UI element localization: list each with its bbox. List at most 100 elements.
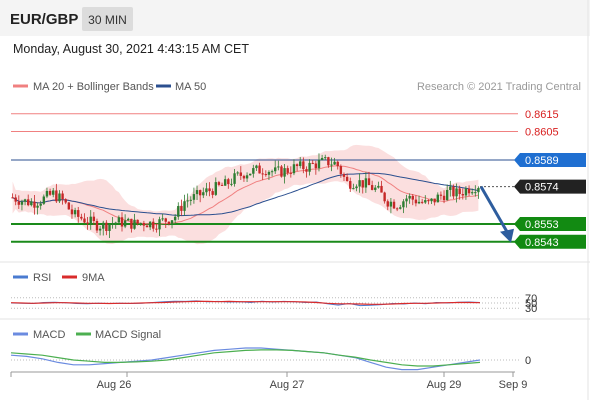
- candle-body: [324, 157, 327, 159]
- candle-body: [417, 201, 421, 204]
- candle-body: [339, 166, 343, 175]
- candle-body: [267, 171, 271, 175]
- candle-body: [255, 165, 258, 169]
- candle-body: [208, 188, 211, 192]
- candle-body: [261, 173, 264, 175]
- candle-body: [102, 222, 105, 229]
- candle-body: [349, 181, 352, 189]
- candle-body: [270, 171, 274, 173]
- candle-body: [248, 173, 252, 176]
- candle-body: [424, 200, 427, 203]
- candle-body: [330, 164, 333, 166]
- candle-body: [120, 217, 124, 227]
- candle-body: [145, 225, 149, 228]
- candle-body: [286, 168, 289, 173]
- candle-body: [86, 222, 89, 224]
- candle-body: [411, 195, 414, 200]
- candle-body: [45, 190, 49, 197]
- candle-body: [383, 192, 386, 202]
- ma20-legend-label: MA 20 + Bollinger Bands: [33, 81, 154, 93]
- candle-body: [92, 216, 96, 221]
- candle-body: [395, 208, 399, 210]
- candle-body: [83, 218, 86, 223]
- candle-body: [361, 180, 364, 188]
- macd-panel: 0: [10, 347, 531, 371]
- candle-body: [345, 176, 349, 182]
- candle-body: [33, 201, 36, 208]
- candle-body: [430, 198, 433, 202]
- rsi-legend-label: RSI: [33, 272, 51, 284]
- time-axis-label: Aug 29: [427, 379, 462, 391]
- candle-body: [242, 175, 246, 179]
- candle-body: [30, 201, 33, 206]
- candle-body: [320, 158, 324, 160]
- candle-body: [186, 200, 189, 202]
- candle-body: [223, 179, 227, 186]
- candle-body: [180, 206, 183, 211]
- candle-body: [230, 183, 233, 185]
- candle-body: [177, 206, 180, 217]
- candle-body: [202, 192, 205, 196]
- rsi-ma-legend-label: 9MA: [82, 272, 105, 284]
- macd-tick-label: 0: [525, 355, 531, 367]
- candle-body: [195, 190, 199, 195]
- candle-body: [205, 188, 208, 193]
- candle-body: [436, 194, 439, 203]
- candle-body: [408, 195, 411, 199]
- candle-body: [148, 221, 152, 228]
- candle-body: [67, 202, 71, 210]
- candle-body: [58, 193, 61, 202]
- candle-body: [20, 201, 24, 205]
- macd-signal-legend-label: MACD Signal: [95, 329, 161, 341]
- level-label: 0.8605: [525, 127, 559, 139]
- candle-body: [467, 188, 471, 194]
- candle-body: [370, 185, 374, 190]
- candle-body: [314, 163, 318, 169]
- time-axis: Aug 26 Aug 27 Aug 29 Sep 9: [10, 371, 528, 391]
- candle-body: [274, 167, 277, 172]
- candle-body: [252, 168, 255, 174]
- candle-body: [305, 169, 308, 172]
- forecast-arrow-head: [500, 228, 514, 243]
- level-label: 0.8553: [525, 219, 559, 231]
- candle-body: [42, 196, 46, 204]
- candle-body: [277, 166, 280, 168]
- candle-body: [161, 218, 164, 220]
- candle-body: [455, 188, 458, 197]
- candle-body: [70, 209, 74, 215]
- candle-body: [389, 201, 393, 207]
- candle-body: [374, 187, 377, 190]
- candle-body: [217, 182, 221, 185]
- candle-body: [80, 216, 83, 219]
- candle-body: [227, 179, 230, 185]
- forecast-arrow-shaft: [479, 185, 509, 233]
- ma50-legend-label: MA 50: [175, 81, 206, 93]
- candle-body: [280, 166, 283, 177]
- candle-body: [333, 161, 336, 165]
- candle-body: [402, 201, 405, 208]
- candle-body: [327, 157, 330, 166]
- candle-body: [189, 199, 192, 201]
- candle-body: [439, 194, 443, 196]
- time-axis-label: Sep 9: [499, 379, 528, 391]
- forecast-arrow: [479, 185, 514, 243]
- candle-body: [123, 220, 127, 227]
- candle-body: [283, 168, 286, 177]
- candle-body: [117, 217, 121, 223]
- level-label: 0.8543: [525, 237, 559, 249]
- candle-body: [364, 178, 368, 188]
- candle-body: [36, 205, 39, 208]
- candle-body: [17, 201, 21, 205]
- candle-body: [105, 222, 108, 231]
- candle-body: [173, 216, 177, 221]
- candle-body: [258, 165, 261, 174]
- candle-body: [130, 218, 133, 229]
- candle-body: [399, 207, 402, 209]
- candle-body: [474, 192, 477, 194]
- candle-body: [355, 186, 358, 189]
- candle-body: [61, 193, 64, 200]
- candle-body: [39, 203, 42, 206]
- candle-body: [264, 174, 268, 176]
- candle-body: [245, 175, 249, 179]
- candle-body: [233, 173, 236, 184]
